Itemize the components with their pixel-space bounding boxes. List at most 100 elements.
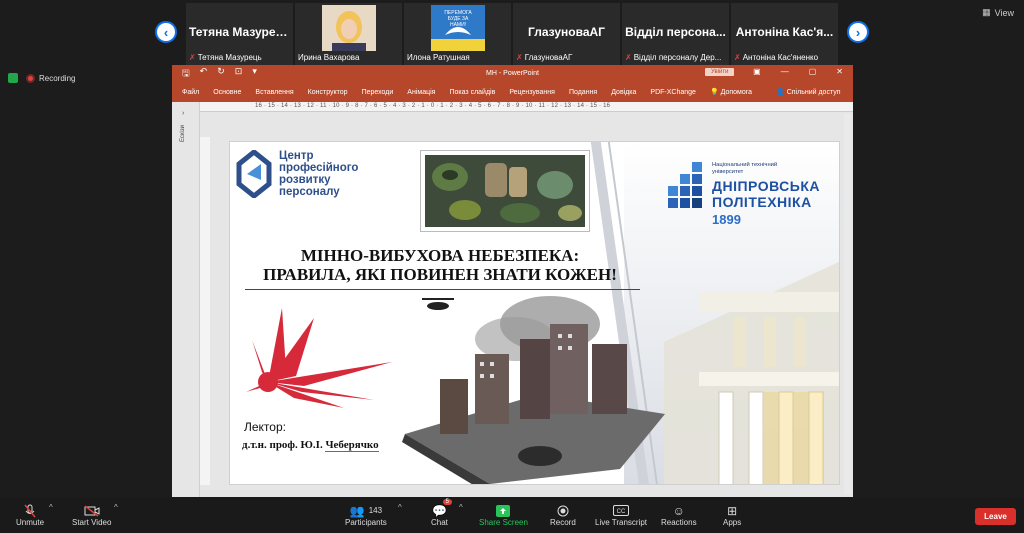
cpr-logo-line: розвитку [279, 174, 331, 186]
muted-mic-icon: ✗ [516, 53, 523, 62]
share-screen-icon [496, 503, 511, 518]
participant-name: ГлазуноваАГ [528, 25, 605, 39]
chat-caret-icon[interactable]: ^ [459, 503, 463, 512]
participant-name: Тетяна Мазурець [189, 25, 291, 39]
thumbnails-panel[interactable]: › Ескізи [172, 102, 200, 497]
share-screen-label: Share Screen [479, 518, 528, 527]
view-button[interactable]: ▦ View [982, 7, 1014, 18]
unmute-label: Unmute [16, 518, 45, 527]
live-transcript-label: Live Transcript [595, 518, 648, 527]
participant-tile[interactable]: Ирина Вахарова [295, 3, 402, 65]
video-options-caret-icon[interactable]: ^ [114, 503, 118, 512]
slide-canvas[interactable]: Центр професійного розвитку персоналу На… [229, 141, 840, 485]
participant-name: Відділ персона... [625, 25, 726, 39]
participant-caption: Тетяна Мазурець [197, 53, 262, 62]
title-line1: МІННО-ВИБУХОВА НЕБЕЗПЕКА: [300, 246, 580, 265]
view-label: View [994, 7, 1014, 18]
lecturer-surname: Чеберячко [325, 439, 379, 452]
tab-home[interactable]: Основне [213, 89, 241, 96]
share-button[interactable]: 👤 Спільний доступ [776, 88, 855, 96]
participant-tile[interactable]: Антоніна Кас'я... ✗ Антоніна Кас'яненко [731, 3, 838, 65]
vertical-ruler [200, 137, 210, 485]
apps-label: Apps [723, 518, 742, 527]
grid-icon: ▦ [982, 7, 991, 17]
participant-caption: Антоніна Кас'яненко [742, 53, 819, 62]
signin-button[interactable]: Увійти [705, 68, 735, 76]
participant-tile[interactable]: ПЕРЕМОГА БУДЕ ЗА НАМИ! Илона Ратушная [404, 3, 511, 65]
dnipro-polytechnic-logo: Національний технічний університет ДНІПР… [660, 160, 819, 227]
horizontal-ruler: 16 · 15 · 14 · 13 · 12 · 11 · 10 · 9 · 8… [200, 102, 853, 112]
smiley-icon: ☺ [672, 503, 685, 518]
prev-participants-arrow-icon[interactable]: ‹ [155, 21, 177, 43]
leave-button[interactable]: Leave [975, 508, 1016, 525]
svg-text:НАМИ!: НАМИ! [450, 22, 466, 28]
tab-review[interactable]: Рецензування [509, 89, 555, 96]
participant-tile[interactable]: ГлазуноваАГ ✗ ГлазуноваАГ [513, 3, 620, 65]
cpr-logo-line: професійного [279, 162, 359, 174]
recording-label: Recording [39, 73, 76, 83]
tab-transitions[interactable]: Переходи [362, 89, 394, 96]
participant-caption: Илона Ратушная [407, 53, 470, 62]
thumbnails-label: Ескізи [180, 125, 186, 142]
recording-indicator[interactable]: Recording [8, 73, 75, 83]
video-off-icon [84, 503, 100, 518]
apps-button[interactable]: ⊞ Apps [723, 503, 742, 528]
landmines-photo [420, 150, 590, 232]
tab-file[interactable]: Файл [182, 89, 199, 96]
participant-tile[interactable]: Тетяна Мазурець ✗ Тетяна Мазурець [186, 3, 293, 65]
lecturer-title: д.т.н. проф. Ю.І. [242, 439, 326, 451]
tab-slideshow[interactable]: Показ слайдів [449, 89, 495, 96]
participants-label: Participants [345, 518, 387, 527]
record-button[interactable]: Record [550, 503, 576, 527]
audio-options-caret-icon[interactable]: ^ [49, 503, 53, 512]
cpr-logo-icon [236, 150, 272, 198]
university-subtitle: Національний технічний університет [712, 162, 778, 175]
participant-caption: ГлазуноваАГ [524, 53, 573, 62]
powerpoint-window: 🖫 ↶ ↻ ⊡ ▾ МН - PowerPoint Увійти ▣ — ▢ ✕… [172, 65, 853, 497]
lecturer-label: Лектор: [244, 420, 286, 434]
tab-insert[interactable]: Вставлення [255, 89, 293, 96]
svg-text:CC: CC [617, 509, 626, 515]
title-line2: ПРАВИЛА, ЯКІ ПОВИНЕН ЗНАТИ КОЖЕН! [263, 265, 617, 284]
apps-icon: ⊞ [727, 503, 738, 518]
explosion-icon [246, 308, 392, 408]
minimize-icon[interactable]: — [781, 67, 789, 76]
lecturer-name: д.т.н. проф. Ю.І. Чеберячко [242, 439, 379, 452]
participant-photo: ПЕРЕМОГА БУДЕ ЗА НАМИ! [431, 5, 485, 51]
cpr-logo-line: Центр [279, 150, 314, 162]
tab-animations[interactable]: Анімація [407, 89, 435, 96]
unmute-button[interactable]: Unmute [16, 503, 44, 527]
share-screen-button[interactable]: Share Screen [479, 503, 528, 527]
participant-caption: Ирина Вахарова [298, 53, 360, 62]
tab-pdf-xchange[interactable]: PDF-XChange [650, 89, 696, 96]
cpr-logo-line: персоналу [279, 186, 340, 198]
muted-mic-icon: ✗ [189, 53, 196, 62]
tab-design[interactable]: Конструктор [308, 89, 348, 96]
maximize-icon[interactable]: ▢ [809, 67, 817, 76]
slide-title: МІННО-ВИБУХОВА НЕБЕЗПЕКА: ПРАВИЛА, ЯКІ П… [240, 246, 640, 284]
participants-caret-icon[interactable]: ^ [398, 503, 402, 512]
destroyed-city-illustration [402, 296, 665, 484]
tab-help[interactable]: Довідка [611, 89, 636, 96]
close-icon[interactable]: ✕ [836, 67, 843, 76]
expand-panel-icon[interactable]: › [182, 110, 184, 117]
ruler-numbers: 16 · 15 · 14 · 13 · 12 · 11 · 10 · 9 · 8… [255, 103, 611, 109]
start-video-button[interactable]: Start Video [72, 503, 111, 527]
help-label: Допомога [720, 89, 753, 96]
reactions-button[interactable]: ☺ Reactions [661, 503, 697, 528]
chat-button[interactable]: 💬 5 Chat [431, 499, 452, 527]
ribbon-display-icon[interactable]: ▣ [753, 67, 761, 76]
chat-badge: 5 [442, 499, 452, 505]
participant-caption: Відділ персоналу Дер... [633, 53, 722, 62]
tab-view[interactable]: Подання [569, 89, 597, 96]
chat-label: Chat [431, 518, 448, 527]
share-label: Спільний доступ [786, 89, 841, 96]
record-icon [557, 503, 569, 518]
participant-tile[interactable]: Відділ персона... ✗ Відділ персоналу Дер.… [622, 3, 729, 65]
participants-button[interactable]: 👥 143 Participants [345, 503, 387, 528]
vertical-scrollbar[interactable] [844, 113, 851, 495]
live-transcript-button[interactable]: CC Live Transcript [595, 503, 647, 527]
university-name-line2: ПОЛІТЕХНІКА [712, 194, 812, 210]
next-participants-arrow-icon[interactable]: › [847, 21, 869, 43]
help-search[interactable]: 💡 Допомога [710, 88, 766, 96]
